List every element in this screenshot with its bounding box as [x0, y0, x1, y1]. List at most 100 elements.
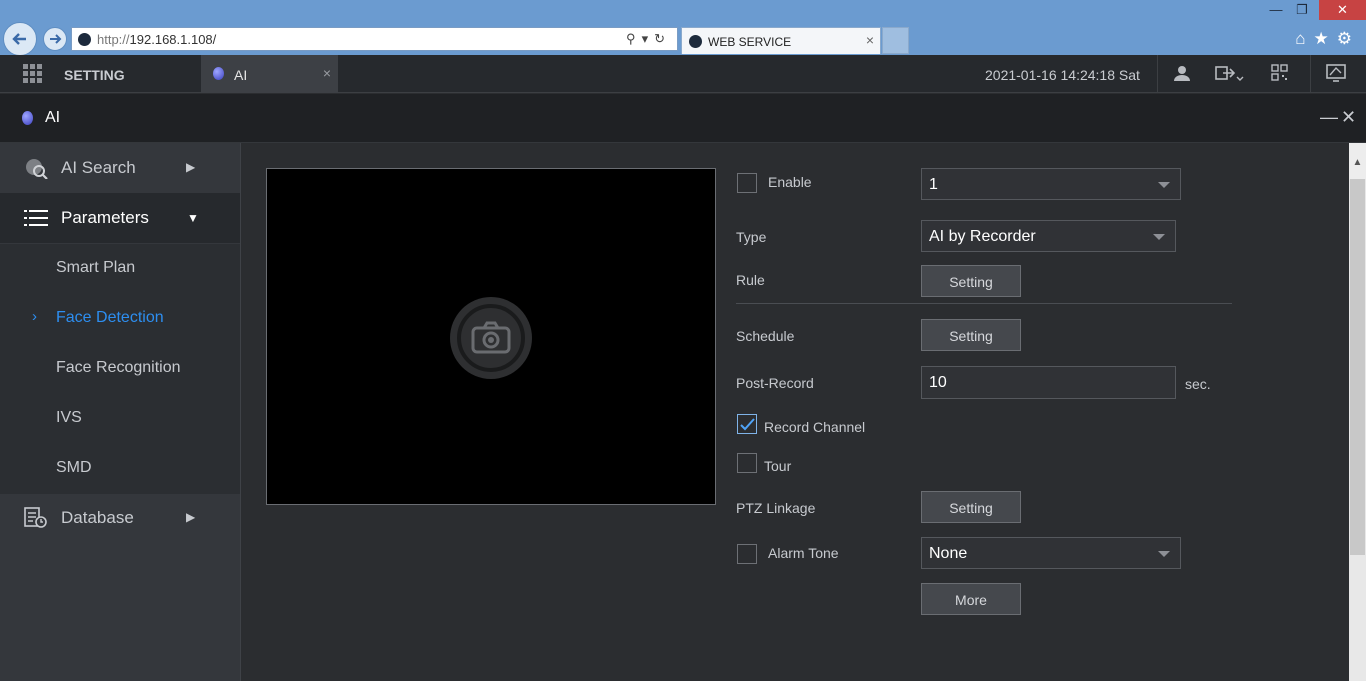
browser-toolbar-icons: ⌂★⚙ — [1295, 29, 1360, 49]
search-icon: ⚲ — [626, 31, 642, 46]
dropdown-arrow-icon — [1153, 234, 1165, 240]
submenu-item-smart-plan[interactable]: Smart Plan — [0, 244, 240, 294]
url-text: http://192.168.1.108/ — [97, 32, 217, 47]
close-icon[interactable]: × — [323, 65, 331, 81]
caret-right-icon: ▶ — [186, 510, 196, 524]
dropdown-arrow-icon — [1158, 182, 1170, 188]
scroll-up-arrow-icon[interactable]: ▲ — [1349, 143, 1366, 179]
ptz-setting-button[interactable]: Setting — [921, 491, 1021, 523]
schedule-setting-button[interactable]: Setting — [921, 319, 1021, 351]
ai-icon — [22, 111, 33, 125]
submenu-item-face-recognition[interactable]: Face Recognition — [0, 344, 240, 394]
sidebar-item-label: Database — [61, 508, 134, 527]
database-icon — [24, 507, 48, 529]
window-close-button[interactable]: ✕ — [1319, 0, 1366, 20]
schedule-label: Schedule — [736, 328, 795, 344]
address-bar[interactable]: http://192.168.1.108/ ⚲▾↻ — [71, 27, 678, 51]
app-tab-ai[interactable]: AI × — [201, 55, 338, 93]
vertical-scrollbar[interactable]: ▲ — [1349, 143, 1366, 681]
home-icon[interactable]: ⌂ — [1295, 29, 1313, 48]
post-record-input[interactable]: 10 — [921, 366, 1176, 399]
main-menu-grid-icon[interactable] — [23, 64, 43, 84]
site-globe-icon — [689, 35, 702, 48]
sidebar-item-label: AI Search — [61, 158, 136, 177]
qr-code-icon[interactable] — [1271, 64, 1288, 86]
list-icon — [24, 207, 48, 229]
arrow-left-icon — [12, 33, 26, 45]
submenu-item-face-detection[interactable]: › Face Detection — [0, 294, 240, 344]
ai-window-title: AI — [45, 109, 61, 126]
logout-icon[interactable] — [1215, 64, 1245, 87]
parameters-submenu: Smart Plan › Face Detection Face Recogni… — [0, 244, 240, 494]
browser-toolbar: http://192.168.1.108/ ⚲▾↻ WEB SERVICE × … — [0, 0, 1366, 56]
tour-checkbox[interactable] — [737, 453, 757, 473]
video-preview — [266, 168, 716, 505]
submenu-item-label: SMD — [56, 459, 92, 476]
divider — [1157, 55, 1158, 93]
chevron-right-icon: › — [32, 308, 37, 325]
record-channel-label: Record Channel — [764, 419, 866, 435]
star-icon[interactable]: ★ — [1314, 29, 1337, 48]
window-restore-button[interactable]: ❐ — [1290, 0, 1314, 20]
gear-icon[interactable]: ⚙ — [1337, 29, 1360, 48]
type-label: Type — [736, 229, 767, 245]
browser-tab-title: WEB SERVICE — [708, 35, 792, 49]
forward-button[interactable] — [43, 27, 67, 51]
dropdown-arrow-icon — [1158, 551, 1170, 557]
record-channel-checkbox[interactable] — [737, 414, 757, 434]
caret-right-icon: ▶ — [186, 160, 196, 174]
rule-setting-button[interactable]: Setting — [921, 265, 1021, 297]
close-tab-icon[interactable]: × — [866, 32, 874, 48]
site-globe-icon — [78, 33, 91, 46]
app-top-bar: SETTING AI × 2021-01-16 14:24:18 Sat — [0, 55, 1366, 93]
alarm-tone-select-value: None — [929, 545, 968, 562]
more-button[interactable]: More — [921, 583, 1021, 615]
monitor-icon[interactable] — [1326, 64, 1346, 87]
type-select-value: AI by Recorder — [929, 228, 1036, 245]
sidebar-item-parameters[interactable]: Parameters ▼ — [0, 193, 240, 243]
refresh-icon: ↻ — [654, 31, 671, 46]
channel-select[interactable]: 1 — [921, 168, 1181, 200]
sidebar-item-label: Parameters — [61, 208, 149, 227]
channel-select-value: 1 — [929, 176, 938, 193]
window-minimize-button[interactable]: — — [1264, 0, 1288, 20]
sidebar-item-database[interactable]: Database ▶ — [0, 493, 240, 543]
address-actions[interactable]: ⚲▾↻ — [626, 31, 671, 47]
sidebar-item-ai-search[interactable]: AI Search ▶ — [0, 143, 240, 193]
post-record-value: 10 — [929, 374, 947, 391]
ptz-linkage-label: PTZ Linkage — [736, 500, 816, 516]
submenu-item-label: Smart Plan — [56, 259, 136, 276]
post-record-unit: sec. — [1185, 376, 1211, 392]
enable-label: Enable — [768, 174, 812, 190]
enable-checkbox[interactable] — [737, 173, 757, 193]
type-select[interactable]: AI by Recorder — [921, 220, 1176, 252]
caret-down-icon: ▼ — [187, 211, 199, 225]
app-tab-label: AI — [234, 67, 248, 83]
rule-label: Rule — [736, 272, 765, 288]
divider — [1310, 55, 1311, 93]
system-datetime: 2021-01-16 14:24:18 Sat — [985, 67, 1140, 83]
camera-icon — [450, 297, 532, 379]
sidebar: AI Search ▶ Parameters ▼ Smart Plan › Fa… — [0, 143, 241, 681]
user-icon[interactable] — [1173, 64, 1191, 87]
post-record-label: Post-Record — [736, 375, 814, 391]
submenu-item-label: IVS — [56, 409, 82, 426]
alarm-tone-checkbox[interactable] — [737, 544, 757, 564]
ai-window-header: AI — ✕ — [0, 94, 1366, 143]
close-icon[interactable]: ✕ — [1341, 107, 1356, 128]
setting-menu-label[interactable]: SETTING — [64, 67, 125, 83]
ai-search-icon — [24, 157, 48, 180]
scroll-thumb[interactable] — [1350, 179, 1365, 555]
new-tab-button[interactable] — [882, 27, 909, 54]
arrow-right-icon — [50, 34, 62, 44]
submenu-item-ivs[interactable]: IVS — [0, 394, 240, 444]
back-button[interactable] — [3, 22, 37, 56]
submenu-item-smd[interactable]: SMD — [0, 444, 240, 494]
submenu-item-label: Face Detection — [56, 309, 164, 326]
tour-label: Tour — [764, 458, 792, 474]
submenu-item-label: Face Recognition — [56, 359, 181, 376]
alarm-tone-select[interactable]: None — [921, 537, 1181, 569]
checkmark-icon — [740, 418, 755, 431]
browser-tab-web-service[interactable]: WEB SERVICE × — [681, 27, 881, 54]
minimize-icon[interactable]: — — [1320, 107, 1338, 128]
